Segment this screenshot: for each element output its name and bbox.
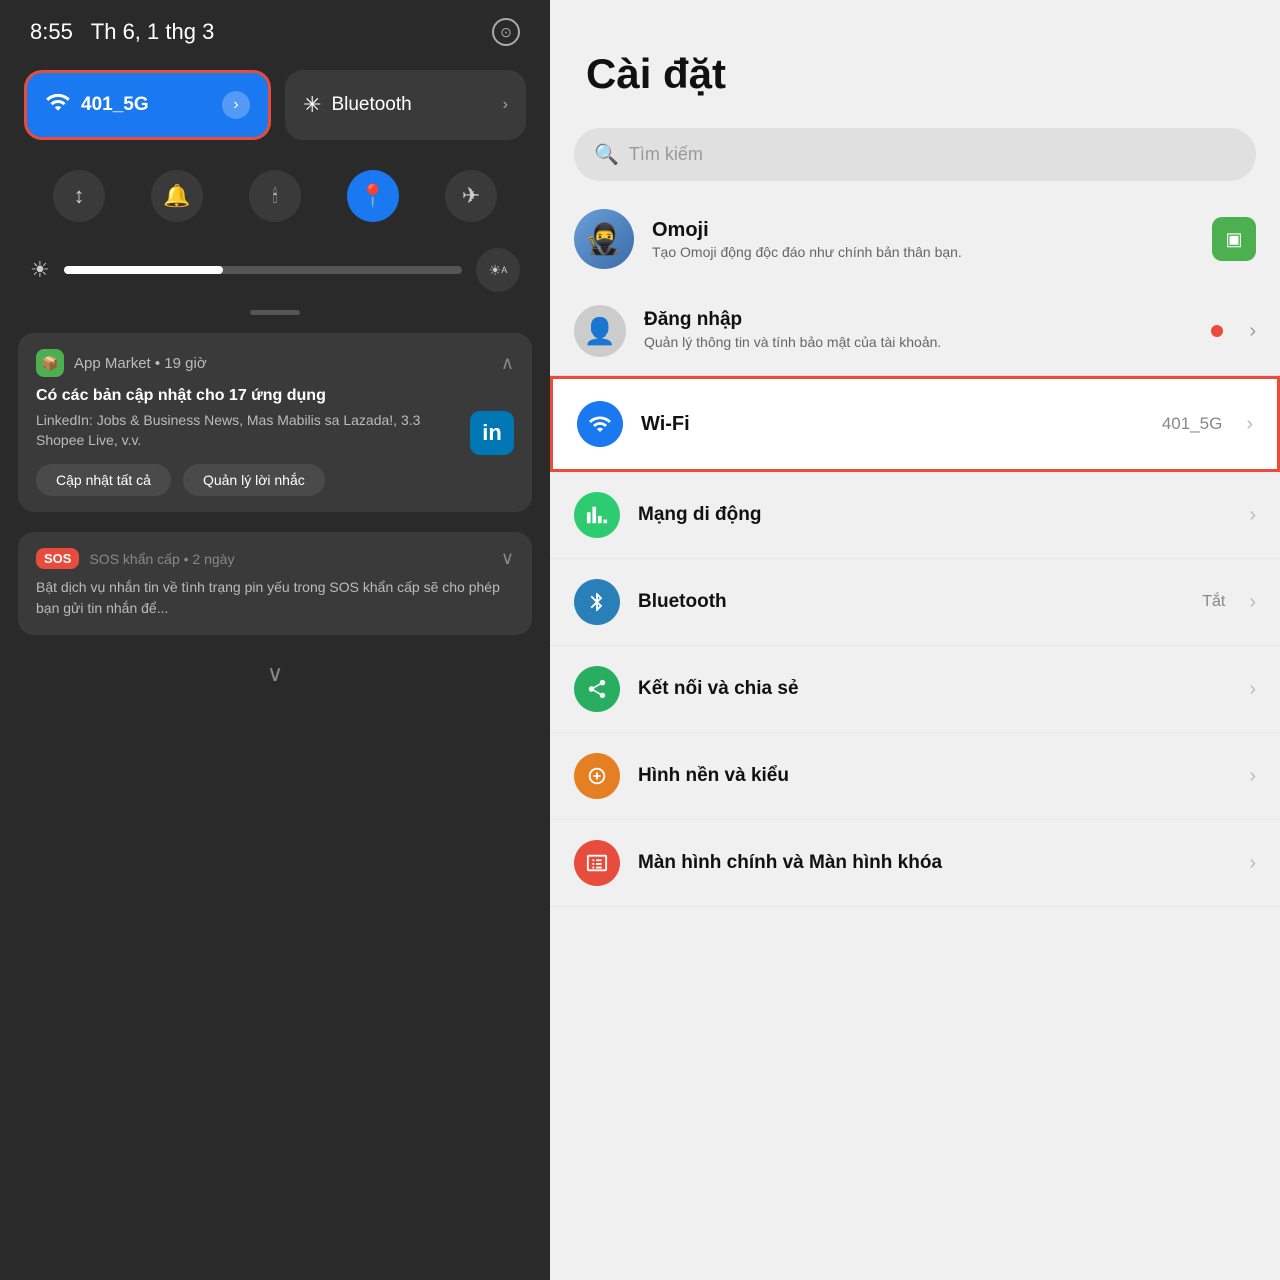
search-bar[interactable]: 🔍 Tìm kiếm xyxy=(574,128,1256,181)
bluetooth-tile[interactable]: ✳ Bluetooth › xyxy=(285,70,526,140)
sos-badge: SOS xyxy=(36,548,79,569)
date-text: Th 6, 1 thg 3 xyxy=(91,19,215,44)
search-icon: 🔍 xyxy=(594,142,619,167)
wifi-setting-value: 401_5G xyxy=(1162,414,1223,434)
sound-icon-btn[interactable]: ↕ xyxy=(53,170,105,222)
brightness-fill xyxy=(64,266,223,274)
handle-bar xyxy=(250,310,300,315)
wifi-icon xyxy=(45,89,71,121)
wallpaper-chevron: › xyxy=(1249,765,1256,788)
notif-chevron: ∧ xyxy=(501,353,514,374)
wallpaper-label: Hình nền và kiểu xyxy=(638,765,1225,787)
notif-appname: App Market • 19 giờ xyxy=(74,355,491,372)
mobile-network-row[interactable]: Mạng di động › xyxy=(550,472,1280,559)
settings-list: 🥷 Omoji Tạo Omoji động độc đáo như chính… xyxy=(550,191,1280,1280)
login-dot xyxy=(1211,325,1223,337)
brightness-auto-btn[interactable]: ☀A xyxy=(476,248,520,292)
login-setting[interactable]: 👤 Đăng nhập Quản lý thông tin và tính bả… xyxy=(550,287,1280,376)
bluetooth-tile-arrow: › xyxy=(503,96,508,114)
right-header: Cài đặt xyxy=(550,0,1280,118)
scroll-down-indicator: ∨ xyxy=(0,645,550,703)
omoji-info: Omoji Tạo Omoji động độc đáo như chính b… xyxy=(652,219,1194,260)
search-placeholder: Tìm kiếm xyxy=(629,144,703,165)
update-all-btn[interactable]: Cập nhật tất cả xyxy=(36,464,171,496)
linkedin-badge: in xyxy=(470,411,514,455)
brightness-row: ☀ ☀A xyxy=(0,238,550,302)
wallpaper-icon xyxy=(574,753,620,799)
bluetooth-icon: ✳ xyxy=(303,92,321,118)
manage-reminders-btn[interactable]: Quản lý lời nhắc xyxy=(183,464,325,496)
mobile-network-label: Mạng di động xyxy=(638,504,1225,526)
status-time: 8:55 Th 6, 1 thg 3 xyxy=(30,19,214,45)
time-text: 8:55 xyxy=(30,19,73,44)
small-icons-row: ↕ 🔔 🕯 📍 ✈ xyxy=(0,154,550,238)
login-info: Đăng nhập Quản lý thông tin và tính bảo … xyxy=(644,309,1193,353)
homescreen-icon xyxy=(574,840,620,886)
connection-sharing-label: Kết nối và chia sẻ xyxy=(638,678,1225,700)
wifi-setting-chevron: › xyxy=(1246,413,1253,436)
page-title: Cài đặt xyxy=(586,50,1244,98)
notification-appmarket[interactable]: 📦 App Market • 19 giờ ∧ Có các bản cập n… xyxy=(18,333,532,512)
wifi-setting-icon xyxy=(577,401,623,447)
wifi-tile-label: 401_5G xyxy=(81,94,212,116)
bell-icon-btn[interactable]: 🔔 xyxy=(151,170,203,222)
status-bar: 8:55 Th 6, 1 thg 3 ⊙ xyxy=(0,0,550,56)
wifi-setting-row[interactable]: Wi-Fi 401_5G › xyxy=(550,376,1280,472)
wifi-tile-arrow[interactable]: › xyxy=(222,91,250,119)
homescreen-row[interactable]: Màn hình chính và Màn hình khóa › xyxy=(550,820,1280,907)
quick-tiles: 401_5G › ✳ Bluetooth › xyxy=(0,56,550,154)
homescreen-chevron: › xyxy=(1249,852,1256,875)
mobile-network-chevron: › xyxy=(1249,504,1256,527)
sos-chevron: ∨ xyxy=(501,548,514,569)
omoji-icon-right: ▣ xyxy=(1212,217,1256,261)
homescreen-label: Màn hình chính và Màn hình khóa xyxy=(638,852,1225,874)
omoji-desc: Tạo Omoji động độc đáo như chính bản thâ… xyxy=(652,244,1194,260)
bluetooth-setting-label: Bluetooth xyxy=(638,591,1184,613)
notif-header: 📦 App Market • 19 giờ ∧ xyxy=(36,349,514,377)
notif-actions: Cập nhật tất cả Quản lý lời nhắc xyxy=(36,464,458,496)
sos-body: Bật dịch vụ nhắn tin về tình trạng pin y… xyxy=(36,577,514,619)
notif2-header: SOS SOS khẩn cấp • 2 ngày ∨ xyxy=(36,548,514,569)
omoji-name: Omoji xyxy=(652,219,1194,242)
wifi-setting-label: Wi-Fi xyxy=(641,413,1144,436)
notification-sos[interactable]: SOS SOS khẩn cấp • 2 ngày ∨ Bật dịch vụ … xyxy=(18,532,532,635)
notif-body: LinkedIn: Jobs & Business News, Mas Mabi… xyxy=(36,411,458,450)
bluetooth-tile-label: Bluetooth xyxy=(331,94,492,116)
torch-icon-btn[interactable]: 🕯 xyxy=(249,170,301,222)
brightness-low-icon: ☀ xyxy=(30,257,50,283)
sos-time: SOS khẩn cấp • 2 ngày xyxy=(89,551,234,567)
bluetooth-setting-value: Tắt xyxy=(1202,593,1225,611)
omoji-avatar: 🥷 xyxy=(574,209,634,269)
connection-sharing-row[interactable]: Kết nối và chia sẻ › xyxy=(550,646,1280,733)
airplane-icon-btn[interactable]: ✈ xyxy=(445,170,497,222)
login-name: Đăng nhập xyxy=(644,309,1193,331)
brightness-track[interactable] xyxy=(64,266,462,274)
bluetooth-setting-icon xyxy=(574,579,620,625)
left-panel: 8:55 Th 6, 1 thg 3 ⊙ 401_5G › ✳ Bluetoot… xyxy=(0,0,550,1280)
camera-icon: ⊙ xyxy=(492,18,520,46)
right-panel: Cài đặt 🔍 Tìm kiếm 🥷 Omoji Tạo Omoji độn… xyxy=(550,0,1280,1280)
bluetooth-setting-row[interactable]: Bluetooth Tắt › xyxy=(550,559,1280,646)
status-icons: ⊙ xyxy=(492,18,520,46)
login-avatar: 👤 xyxy=(574,305,626,357)
connection-sharing-chevron: › xyxy=(1249,678,1256,701)
login-chevron: › xyxy=(1249,320,1256,343)
notif-title: Có các bản cập nhật cho 17 ứng dụng xyxy=(36,387,514,405)
appmarket-icon: 📦 xyxy=(36,349,64,377)
omoji-setting[interactable]: 🥷 Omoji Tạo Omoji động độc đáo như chính… xyxy=(550,191,1280,287)
wallpaper-row[interactable]: Hình nền và kiểu › xyxy=(550,733,1280,820)
wifi-tile[interactable]: 401_5G › xyxy=(24,70,271,140)
bluetooth-setting-chevron: › xyxy=(1249,591,1256,614)
mobile-network-icon xyxy=(574,492,620,538)
connection-sharing-icon xyxy=(574,666,620,712)
location-icon-btn[interactable]: 📍 xyxy=(347,170,399,222)
login-desc: Quản lý thông tin và tính bảo mật của tà… xyxy=(644,333,1193,353)
